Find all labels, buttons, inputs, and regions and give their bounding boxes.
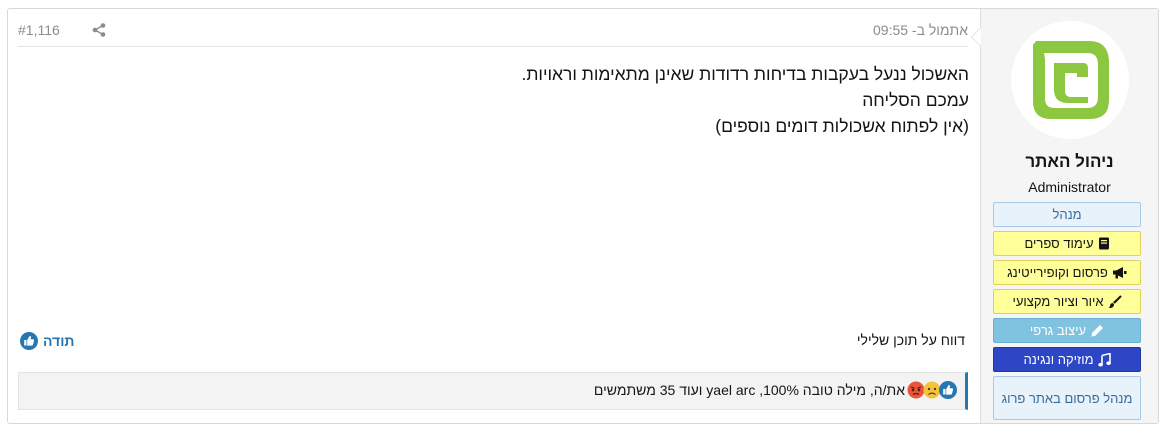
banner-illustration: איור וציור מקצועי <box>993 289 1141 314</box>
like-icon <box>939 381 957 399</box>
avatar[interactable] <box>1011 21 1129 139</box>
message-body: האשכול ננעל בעקבות בדיחות רדודות שאינן מ… <box>69 61 969 139</box>
brush-icon <box>1108 294 1122 308</box>
thanks-label: תודה <box>43 333 75 349</box>
user-title: Administrator <box>1028 179 1111 195</box>
report-link[interactable]: דווח על תוכן שלילי <box>857 332 965 348</box>
banner-label: מוזיקה ונגינה <box>1023 352 1094 367</box>
post-number-link[interactable]: #1,116 <box>18 22 60 38</box>
sidebar-arrow <box>971 27 981 47</box>
banner-label: מנהל פרסום באתר פרוג <box>1001 390 1133 406</box>
thumbs-up-icon <box>20 332 38 350</box>
message-main: #1,116 אתמול ב- 09:55 האשכול ננעל בעקבות… <box>8 9 981 423</box>
reactions-bar[interactable]: את/ה, מילה טובה 100%, yael arc ועוד 35 מ… <box>18 372 968 410</box>
message-line: (אין לפתוח אשכולות דומים נוספים) <box>715 116 969 136</box>
banner-label: עיצוב גרפי <box>1029 323 1087 338</box>
banner-manager: מנהל <box>993 202 1141 227</box>
user-sidebar: ניהול האתר Administrator מנהל עימוד ספרי… <box>971 9 1158 424</box>
thanks-button[interactable]: תודה <box>20 332 74 350</box>
banner-label: עימוד ספרים <box>1024 236 1094 251</box>
book-icon <box>1098 237 1109 250</box>
music-icon <box>1097 352 1111 366</box>
banner-label: פרסום וקופירייטינג <box>1007 265 1108 280</box>
banner-music: מוזיקה ונגינה <box>993 347 1141 372</box>
post-timestamp[interactable]: אתמול ב- 09:55 <box>873 22 968 38</box>
megaphone-icon <box>1112 267 1127 279</box>
share-icon[interactable] <box>92 23 106 42</box>
pencil-icon <box>1091 324 1104 336</box>
message-post: #1,116 אתמול ב- 09:55 האשכול ננעל בעקבות… <box>7 8 1159 424</box>
message-line: עמכם הסליחה <box>862 90 969 110</box>
banner-book-layout: עימוד ספרים <box>993 231 1141 256</box>
message-header: #1,116 אתמול ב- 09:55 <box>18 9 968 47</box>
reactions-text[interactable]: את/ה, מילה טובה 100%, yael arc ועוד 35 מ… <box>594 382 905 398</box>
message-actions: תודה דווח על תוכן שלילי <box>8 329 981 357</box>
message-line: האשכול ננעל בעקבות בדיחות רדודות שאינן מ… <box>521 64 969 84</box>
banner-advertising: פרסום וקופירייטינג <box>993 260 1141 285</box>
user-banners: מנהל עימוד ספרים פרסום וקופירייטינג איור… <box>993 202 1141 424</box>
banner-label: איור וציור מקצועי <box>1012 294 1104 309</box>
username-link[interactable]: ניהול האתר <box>981 152 1158 172</box>
banner-label: מנהל <box>1052 207 1082 222</box>
banner-site-ad-manager: מנהל פרסום באתר פרוג <box>993 376 1141 420</box>
banner-graphic-design: עיצוב גרפי <box>993 318 1141 343</box>
reaction-icons <box>907 381 957 399</box>
